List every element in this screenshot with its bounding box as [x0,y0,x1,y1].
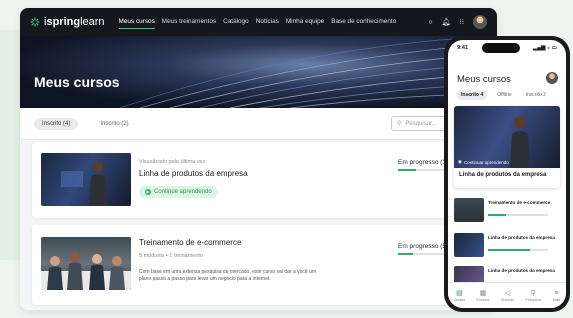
nav-item-catalogo[interactable]: Catálogo [223,15,249,29]
course-card[interactable]: Treinamento de e-commerce 5 módulos • 1 … [32,225,492,305]
play-circle-icon: ◉ [458,159,462,164]
bottom-nav-label: Eventos [476,298,490,302]
hero-banner: Meus cursos [20,36,497,108]
continue-label: Continue aprendendo [154,189,212,195]
avatar[interactable] [473,15,487,29]
logo-icon [30,17,40,27]
bell-icon[interactable]: 🔔︎ [442,18,451,26]
item-thumbnail [454,198,484,222]
tab-inscrito-4[interactable]: Inscrito (4) [34,117,79,130]
brand-spring: spring [46,16,81,28]
nav-item-meus-treinamentos[interactable]: Meus treinamentos [162,15,216,29]
circle-icon[interactable]: ○ [428,19,432,26]
phone-tab-inscrito-4[interactable]: Inscrito 4 [457,90,488,100]
course-card[interactable]: Visualizado pela última vez Linha de pro… [32,142,492,218]
status-time: 9:41 [457,45,469,51]
item-title: Linha de produtos da empresa [488,235,555,240]
dynamic-island [481,43,520,53]
phone-featured-course[interactable]: ◉ Continuar aprendendo Linha de produtos… [454,106,560,188]
page-title: Meus cursos [34,74,120,90]
featured-title: Linha de produtos da empresa [459,172,547,178]
course-meta: Visualizado pela última vez [139,159,206,165]
megaphone-icon: ◁ [504,290,511,297]
item-thumbnail [454,233,484,257]
item-progress-bar [488,249,548,251]
nav-icons: ○ 🔔︎ ⁝⁝ [428,15,487,29]
continue-badge: ◉ Continuar aprendendo [458,159,509,165]
phone-mockup: 9:41 ▂▄▆ ◒ ▭ Meus cursos Inscrito 4 Offl… [444,36,570,312]
nav-item-noticias[interactable]: Notícias [256,15,279,29]
play-icon: ▶ [145,189,151,195]
item-progress-fill [488,214,506,216]
nav-menu: Meus cursos Meus treinamentos Catálogo N… [118,15,429,29]
course-thumbnail [41,237,131,290]
course-title[interactable]: Linha de produtos da empresa [139,169,248,178]
progress-label: Em progresso (1 [398,159,447,166]
phone-tab-offline[interactable]: Offline [493,90,515,100]
hero-light-trails [119,36,497,108]
meeting-image [41,252,131,290]
bottom-nav-label: Cursos [453,298,466,302]
item-progress-bar [488,214,548,216]
featured-thumbnail: ◉ Continuar aprendendo [454,106,560,168]
progress-label: Em progresso (5 [398,243,447,250]
calendar-icon: ▦ [479,290,487,297]
bottom-nav-mais[interactable]: ≡ Mais [553,290,561,302]
nav-item-meus-cursos[interactable]: Meus cursos [118,15,155,29]
phone-page-title: Meus cursos [457,74,511,85]
item-title: Treinamento de e-commerce [488,200,551,205]
phone-list-item[interactable]: Linha de produtos da empresa [454,233,560,259]
nav-item-minha-equipe[interactable]: Minha equipe [286,15,324,29]
search-icon: ⚲ [397,121,402,127]
progress-fill [398,253,413,255]
bottom-nav-label: Pesquisar [525,298,542,302]
phone-avatar[interactable] [546,72,558,84]
continue-button[interactable]: ▶ Continue aprendendo [139,186,218,198]
phone-screen: 9:41 ▂▄▆ ◒ ▭ Meus cursos Inscrito 4 Offl… [448,40,566,308]
tab-inscrito-2[interactable]: Inscrito (2) [92,118,136,130]
bottom-nav-label: Mais [552,297,561,302]
phone-list-item[interactable]: Treinamento de e-commerce [454,198,560,224]
top-nav: i spring learn Meus cursos Meus treinamen… [20,8,497,36]
item-progress-fill [488,249,530,251]
phone-tabs: Inscrito 4 Offline Inscrito 2 [457,90,550,100]
course-thumbnail [41,153,131,206]
bottom-nav-eventos[interactable]: ▦ Eventos [477,289,490,302]
ispring-logo[interactable]: i spring learn [30,16,105,28]
bottom-nav-pesquisar[interactable]: ⚲ Pesquisar [525,289,541,302]
phone-bottom-nav: ▤ Cursos ▦ Eventos ◁ Notícias ⚲ Pesquisar ≡ M… [448,282,566,308]
bottom-nav-noticias[interactable]: ◁ Notícias [501,289,514,302]
continue-badge-label: Continuar aprendendo [463,159,509,165]
brand-learn: learn [80,16,105,28]
phone-tab-inscrito-2[interactable]: Inscrito 2 [522,90,550,100]
bottom-nav-label: Notícias [500,298,514,302]
menu-icon: ≡ [554,289,559,297]
desktop-window: i spring learn Meus cursos Meus treinamen… [20,8,497,310]
book-icon: ▤ [456,290,463,297]
progress-fill [398,169,416,171]
status-bar: 9:41 ▂▄▆ ◒ ▭ [448,40,566,56]
signal-icons: ▂▄▆ ◒ ▭ [533,45,557,51]
grid-icon[interactable]: ⁝⁝ [460,18,464,26]
item-title: Linha de produtos da empresa [488,268,555,273]
course-title[interactable]: Treinamento de e-commerce [139,238,241,247]
search-placeholder: Pesquisar... [405,120,437,127]
course-description: Com base em uma extensa pesquisa de merc… [139,269,317,282]
search-icon: ⚲ [530,290,536,297]
nav-item-base-conhecimento[interactable]: Base de conhecimento [331,15,396,29]
bottom-nav-cursos[interactable]: ▤ Cursos [454,289,465,302]
presenter-image [61,162,107,206]
tabs-bar: Inscrito (4) Inscrito (2) ⚲ Pesquisar... [20,108,497,140]
course-meta: 5 módulos • 1 treinamento [139,253,203,259]
